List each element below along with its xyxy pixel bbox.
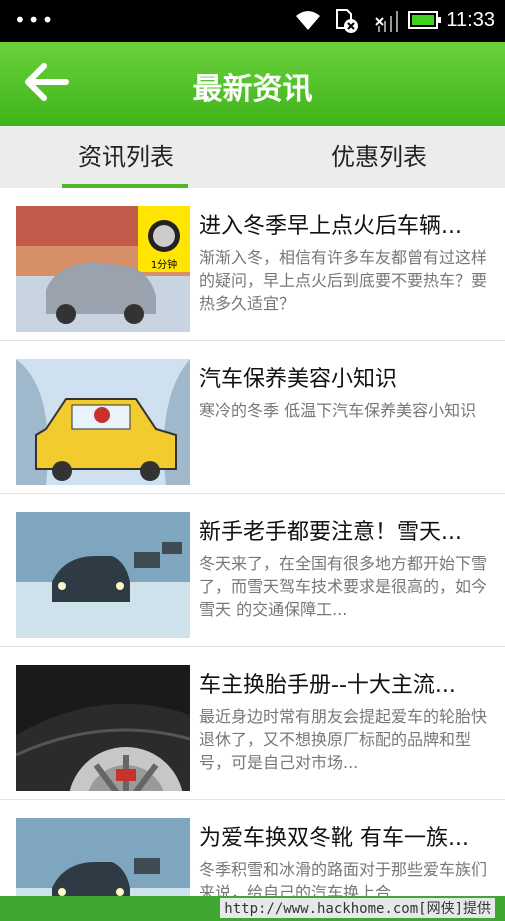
signal-x-icon (375, 11, 398, 32)
clock-time: 11:33 (446, 9, 495, 31)
news-thumbnail-car-winter: 1分钟 (16, 206, 190, 332)
footer-credit: http://www.hackhome.com[网侠]提供 (220, 898, 495, 918)
sim-card-x-icon (336, 9, 358, 33)
list-item[interactable]: 1分钟 进入冬季早上点火后车辆... 渐渐入冬，相信有许多车友都曾有过这样的疑问… (0, 188, 505, 341)
wifi-icon (296, 11, 320, 30)
list-item[interactable]: 新手老手都要注意！雪天... 冬天来了，在全国有很多地方都开始下雪了，而雪天驾车… (0, 494, 505, 647)
battery-icon (408, 11, 441, 29)
news-description: 最近身边时常有朋友会提起爱车的轮胎快退休了，又不想换原厂标配的品牌和型号，可是自… (199, 707, 488, 772)
thumb-clock-label: 1分钟 (151, 258, 177, 271)
list-item[interactable]: 为爱车换双冬靴 有车一族... 冬季积雪和冰滑的路面对于那些爱车族们来说，给自己… (0, 800, 505, 896)
news-title: 汽车保养美容小知识 (199, 367, 398, 392)
news-title: 进入冬季早上点火后车辆... (199, 214, 462, 239)
news-thumbnail-cartoon-car (16, 359, 190, 485)
notification-dots: ••• (14, 8, 56, 32)
news-thumbnail-snow-driving (16, 512, 190, 638)
news-list[interactable]: 1分钟 进入冬季早上点火后车辆... 渐渐入冬，相信有许多车友都曾有过这样的疑问… (0, 188, 505, 896)
footer-bar: http://www.hackhome.com[网侠]提供 (0, 896, 505, 921)
status-bar: ••• 11:33 (0, 0, 505, 42)
list-item[interactable]: 汽车保养美容小知识 寒冷的冬季 低温下汽车保养美容小知识 (0, 341, 505, 494)
tab-bar: 资讯列表 优惠列表 (0, 126, 505, 189)
news-description: 冬天来了，在全国有很多地方都开始下雪了，而雪天驾车技术要求是很高的，如今雪天 的… (199, 554, 488, 619)
tab-news-list[interactable]: 资讯列表 (0, 126, 252, 188)
news-thumbnail-tire (16, 665, 190, 791)
app-header: 最新资讯 (0, 42, 505, 126)
news-description: 渐渐入冬，相信有许多车友都曾有过这样的疑问，早上点火后到底要不要热车？要热多久适… (199, 248, 488, 313)
page-title: 最新资讯 (192, 72, 313, 107)
news-thumbnail-snow-driving-2 (16, 818, 190, 896)
news-description: 冬季积雪和冰滑的路面对于那些爱车族们来说，给自己的汽车换上合 (199, 860, 488, 896)
news-title: 车主换胎手册--十大主流... (199, 673, 456, 698)
news-title: 新手老手都要注意！雪天... (199, 520, 462, 545)
news-title: 为爱车换双冬靴 有车一族... (199, 826, 469, 851)
news-description: 寒冷的冬季 低温下汽车保养美容小知识 (199, 401, 477, 420)
tab-discount-list[interactable]: 优惠列表 (253, 126, 505, 188)
list-item[interactable]: 车主换胎手册--十大主流... 最近身边时常有朋友会提起爱车的轮胎快退休了，又不… (0, 647, 505, 800)
